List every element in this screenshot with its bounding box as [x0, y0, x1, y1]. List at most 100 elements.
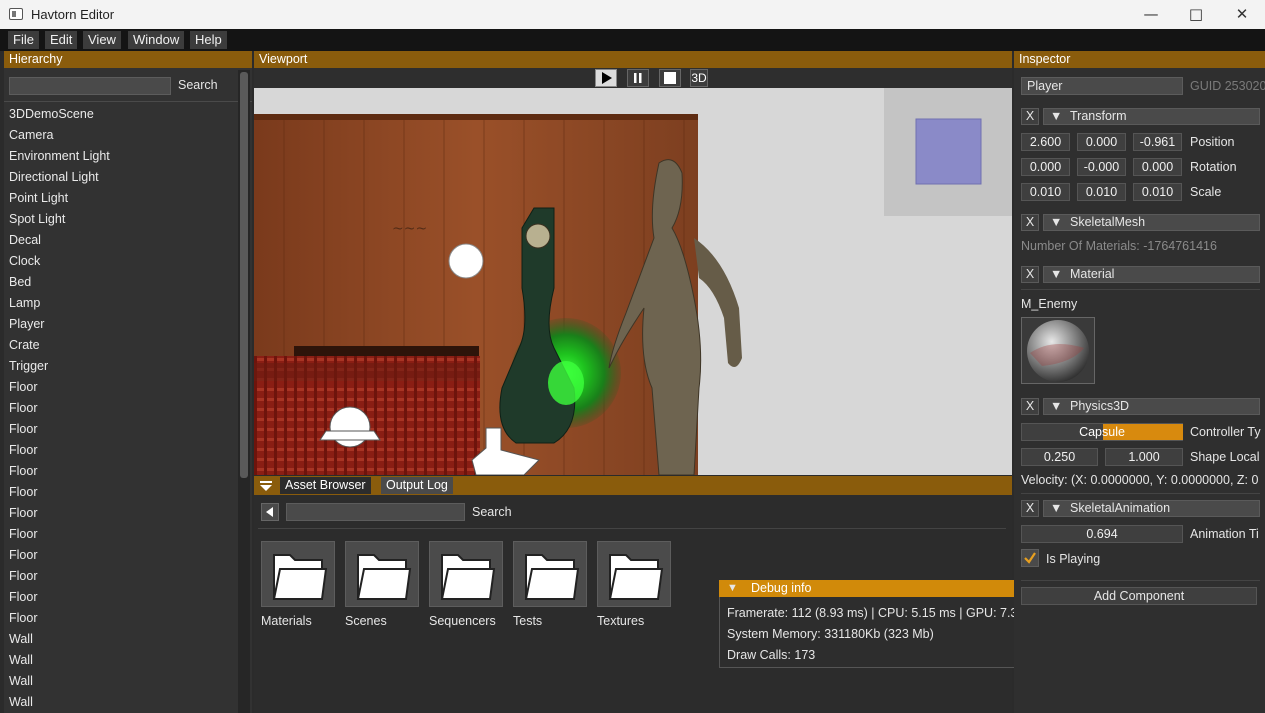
hierarchy-item[interactable]: 3DDemoScene — [9, 107, 94, 121]
rotation-y-field[interactable]: -0.000 — [1077, 158, 1126, 176]
add-component-button[interactable]: Add Component — [1021, 587, 1257, 605]
collapse-arrow-icon: ▼ — [1050, 399, 1063, 413]
menu-edit[interactable]: Edit — [45, 31, 78, 49]
scale-z-field[interactable]: 0.010 — [1133, 183, 1182, 201]
tab-output-log[interactable]: Output Log — [381, 477, 453, 494]
hierarchy-item[interactable]: Floor — [9, 590, 37, 604]
shape-x-field[interactable]: 0.250 — [1021, 448, 1098, 466]
menu-help[interactable]: Help — [190, 31, 227, 49]
mode-3d-button[interactable]: 3D — [690, 69, 708, 87]
menu-window[interactable]: Window — [128, 31, 185, 49]
folder-tile[interactable] — [513, 541, 587, 607]
hierarchy-item[interactable]: Floor — [9, 464, 37, 478]
remove-physics-button[interactable]: X — [1021, 398, 1039, 415]
physics-header[interactable]: ▼ Physics3D — [1043, 398, 1260, 415]
folder-icon — [608, 554, 664, 600]
entity-name-input[interactable]: Player — [1021, 77, 1183, 95]
scale-x-field[interactable]: 0.010 — [1021, 183, 1070, 201]
hierarchy-item[interactable]: Trigger — [9, 359, 48, 373]
hierarchy-item[interactable]: Floor — [9, 485, 37, 499]
hierarchy-item[interactable]: Floor — [9, 422, 37, 436]
hierarchy-item[interactable]: Floor — [9, 569, 37, 583]
guid-label: GUID 253020 — [1190, 79, 1265, 93]
animation-time-field[interactable]: 0.694 — [1021, 525, 1183, 543]
stop-icon[interactable] — [659, 69, 681, 87]
hierarchy-item[interactable]: Floor — [9, 611, 37, 625]
viewport-render[interactable]: ~~~ — [254, 88, 1012, 475]
hierarchy-item[interactable]: Decal — [9, 233, 41, 247]
material-thumbnail[interactable] — [1021, 317, 1095, 384]
debug-header[interactable]: ▼ Debug info ✕ — [719, 580, 1062, 597]
close-icon[interactable]: ✕ — [1219, 0, 1265, 29]
folder-label: Materials — [261, 614, 312, 628]
maximize-icon[interactable]: □ — [1173, 0, 1219, 29]
folder-tile[interactable] — [597, 541, 671, 607]
hierarchy-item[interactable]: Bed — [9, 275, 31, 289]
divider — [1021, 289, 1260, 290]
asset-search-input[interactable] — [286, 503, 465, 521]
minimize-icon[interactable]: — — [1128, 0, 1174, 29]
hierarchy-item[interactable]: Floor — [9, 527, 37, 541]
skeletal-mesh-title: SkeletalMesh — [1070, 215, 1146, 229]
hierarchy-item[interactable]: Floor — [9, 443, 37, 457]
hierarchy-scrollbar-thumb[interactable] — [240, 72, 248, 478]
folder-tile[interactable] — [345, 541, 419, 607]
pause-icon[interactable] — [627, 69, 649, 87]
hierarchy-item[interactable]: Camera — [9, 128, 53, 142]
hierarchy-search-input[interactable] — [9, 77, 171, 95]
tab-menu-icon[interactable] — [254, 477, 278, 494]
hierarchy-item[interactable]: Floor — [9, 548, 37, 562]
hierarchy-item[interactable]: Wall — [9, 674, 33, 688]
hierarchy-item[interactable]: Environment Light — [9, 149, 110, 163]
folder-icon — [440, 554, 496, 600]
folder-tile[interactable] — [261, 541, 335, 607]
remove-skeletal-mesh-button[interactable]: X — [1021, 214, 1039, 231]
hierarchy-item[interactable]: Directional Light — [9, 170, 99, 184]
scale-y-field[interactable]: 0.010 — [1077, 183, 1126, 201]
shape-y-field[interactable]: 1.000 — [1105, 448, 1183, 466]
hierarchy-item[interactable]: Floor — [9, 506, 37, 520]
menu-view[interactable]: View — [83, 31, 121, 49]
rotation-x-field[interactable]: 0.000 — [1021, 158, 1070, 176]
hierarchy-item[interactable]: Floor — [9, 380, 37, 394]
tab-asset-browser[interactable]: Asset Browser — [280, 477, 371, 494]
hierarchy-item[interactable]: Clock — [9, 254, 40, 268]
collapse-arrow-icon[interactable]: ▼ — [727, 580, 738, 597]
divider — [258, 528, 1006, 529]
hierarchy-item[interactable]: Spot Light — [9, 212, 65, 226]
remove-animation-button[interactable]: X — [1021, 500, 1039, 517]
hierarchy-title: Hierarchy — [4, 51, 252, 68]
hierarchy-item[interactable]: Player — [9, 317, 44, 331]
folder-tile[interactable] — [429, 541, 503, 607]
position-y-field[interactable]: 0.000 — [1077, 133, 1126, 151]
hierarchy-item[interactable]: Wall — [9, 653, 33, 667]
hierarchy-item[interactable]: Lamp — [9, 296, 40, 310]
play-icon[interactable] — [595, 69, 617, 87]
position-x-field[interactable]: 2.600 — [1021, 133, 1070, 151]
back-button[interactable] — [261, 503, 279, 521]
folder-label: Scenes — [345, 614, 387, 628]
folder-icon — [524, 554, 580, 600]
position-z-field[interactable]: -0.961 — [1133, 133, 1182, 151]
menu-bar: File Edit View Window Help — [0, 29, 1265, 51]
material-header[interactable]: ▼ Material — [1043, 266, 1260, 283]
hierarchy-item[interactable]: Point Light — [9, 191, 68, 205]
remove-transform-button[interactable]: X — [1021, 108, 1039, 125]
skeletal-mesh-header[interactable]: ▼ SkeletalMesh — [1043, 214, 1260, 231]
menu-file[interactable]: File — [8, 31, 39, 49]
material-name: M_Enemy — [1021, 297, 1078, 311]
animation-header[interactable]: ▼ SkeletalAnimation — [1043, 500, 1260, 517]
hierarchy-item[interactable]: Wall — [9, 632, 33, 646]
transform-header[interactable]: ▼ Transform — [1043, 108, 1260, 125]
collapse-arrow-icon: ▼ — [1050, 267, 1063, 281]
hierarchy-item[interactable]: Wall — [9, 695, 33, 709]
hierarchy-item[interactable]: Floor — [9, 401, 37, 415]
remove-material-button[interactable]: X — [1021, 266, 1039, 283]
animation-title: SkeletalAnimation — [1070, 501, 1171, 515]
controller-type-dropdown[interactable]: Capsule — [1021, 423, 1183, 441]
is-playing-checkbox[interactable] — [1021, 549, 1039, 567]
debug-title: Debug info — [751, 581, 812, 595]
rotation-z-field[interactable]: 0.000 — [1133, 158, 1182, 176]
hierarchy-item[interactable]: Crate — [9, 338, 40, 352]
collapse-arrow-icon: ▼ — [1050, 109, 1063, 123]
